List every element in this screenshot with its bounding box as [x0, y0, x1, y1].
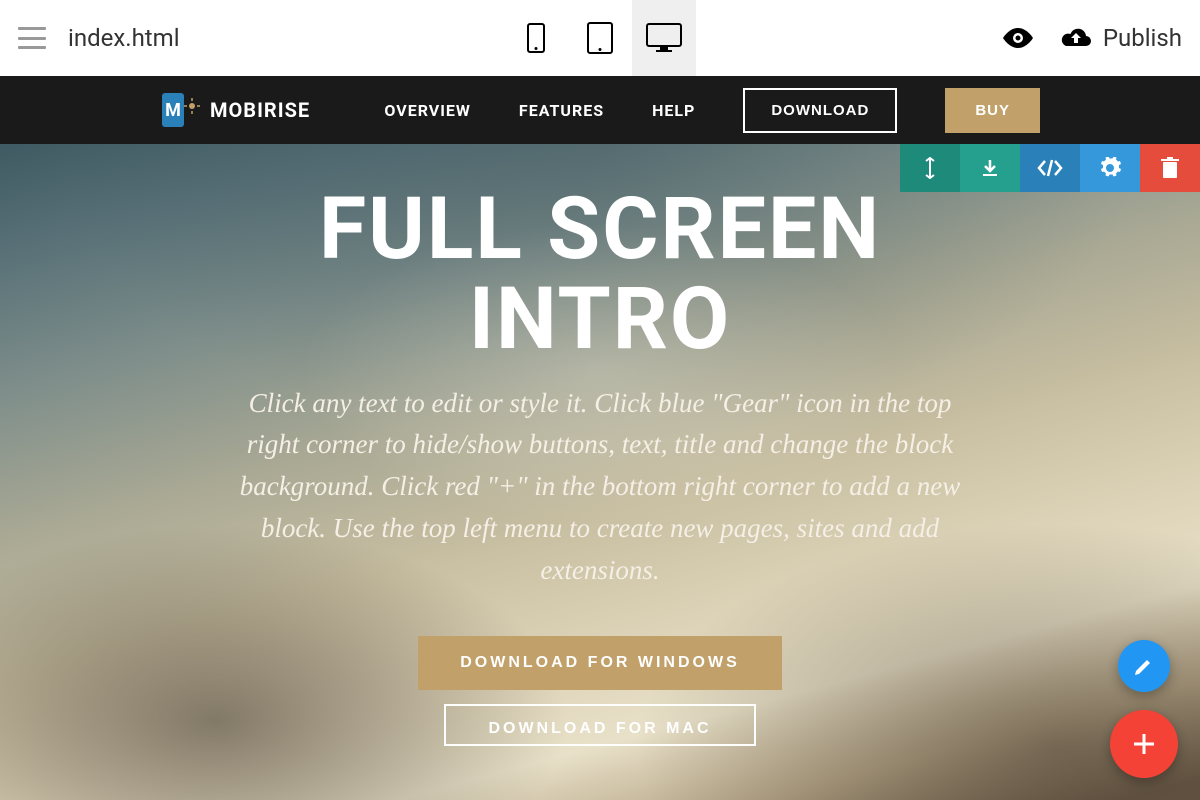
device-desktop-button[interactable]	[632, 0, 696, 76]
nav-buy-button[interactable]: BUY	[945, 88, 1040, 133]
tool-delete-button[interactable]	[1140, 144, 1200, 192]
toolbar-right: Publish	[1001, 24, 1182, 52]
device-tablet-button[interactable]	[568, 0, 632, 76]
hero-buttons: DOWNLOAD FOR WINDOWS DOWNLOAD FOR MAC	[418, 636, 782, 746]
hero-subtitle[interactable]: Click any text to edit or style it. Clic…	[220, 383, 980, 592]
tablet-icon	[587, 22, 613, 54]
nav-links: OVERVIEW FEATURES HELP DOWNLOAD BUY	[384, 88, 1040, 133]
block-tools	[900, 144, 1200, 192]
fab-edit-button[interactable]	[1118, 640, 1170, 692]
publish-label: Publish	[1103, 24, 1182, 52]
device-switcher	[504, 0, 696, 76]
file-name: index.html	[68, 24, 180, 52]
brand[interactable]: M MOBIRISE	[160, 92, 310, 128]
trash-icon	[1161, 157, 1179, 179]
nav-link-overview[interactable]: OVERVIEW	[384, 101, 471, 120]
hero-title-line2: INTRO	[469, 268, 731, 369]
tool-download-button[interactable]	[960, 144, 1020, 192]
hero-title-line1: FULL SCREEN	[319, 178, 881, 279]
desktop-icon	[646, 23, 682, 53]
tool-code-button[interactable]	[1020, 144, 1080, 192]
download-windows-button[interactable]: DOWNLOAD FOR WINDOWS	[418, 636, 782, 690]
device-phone-button[interactable]	[504, 0, 568, 76]
publish-button[interactable]: Publish	[1059, 24, 1182, 52]
gear-icon	[1099, 157, 1121, 179]
plus-icon	[1130, 730, 1158, 758]
pencil-icon	[1133, 655, 1155, 677]
eye-icon	[1001, 27, 1035, 49]
brand-name: MOBIRISE	[210, 98, 310, 122]
hero-title[interactable]: FULL SCREEN INTRO	[319, 184, 881, 365]
download-icon	[980, 158, 1000, 178]
nav-link-features[interactable]: FEATURES	[519, 101, 604, 120]
preview-button[interactable]	[1001, 27, 1035, 49]
download-mac-button[interactable]: DOWNLOAD FOR MAC	[444, 704, 755, 746]
nav-link-help[interactable]: HELP	[652, 101, 695, 120]
tool-move-button[interactable]	[900, 144, 960, 192]
brand-logo-icon: M	[160, 92, 196, 128]
move-icon	[920, 157, 940, 179]
phone-icon	[527, 23, 545, 53]
menu-icon[interactable]	[18, 27, 46, 49]
nav-download-button[interactable]: DOWNLOAD	[743, 88, 897, 133]
code-icon	[1037, 159, 1063, 177]
tool-settings-button[interactable]	[1080, 144, 1140, 192]
hero-block[interactable]: FULL SCREEN INTRO Click any text to edit…	[0, 144, 1200, 800]
fab-add-button[interactable]	[1110, 710, 1178, 778]
site-navbar: M MOBIRISE OVERVIEW FEATURES HELP DOWNLO…	[0, 76, 1200, 144]
app-toolbar: index.html Publish	[0, 0, 1200, 76]
cloud-upload-icon	[1059, 26, 1093, 50]
